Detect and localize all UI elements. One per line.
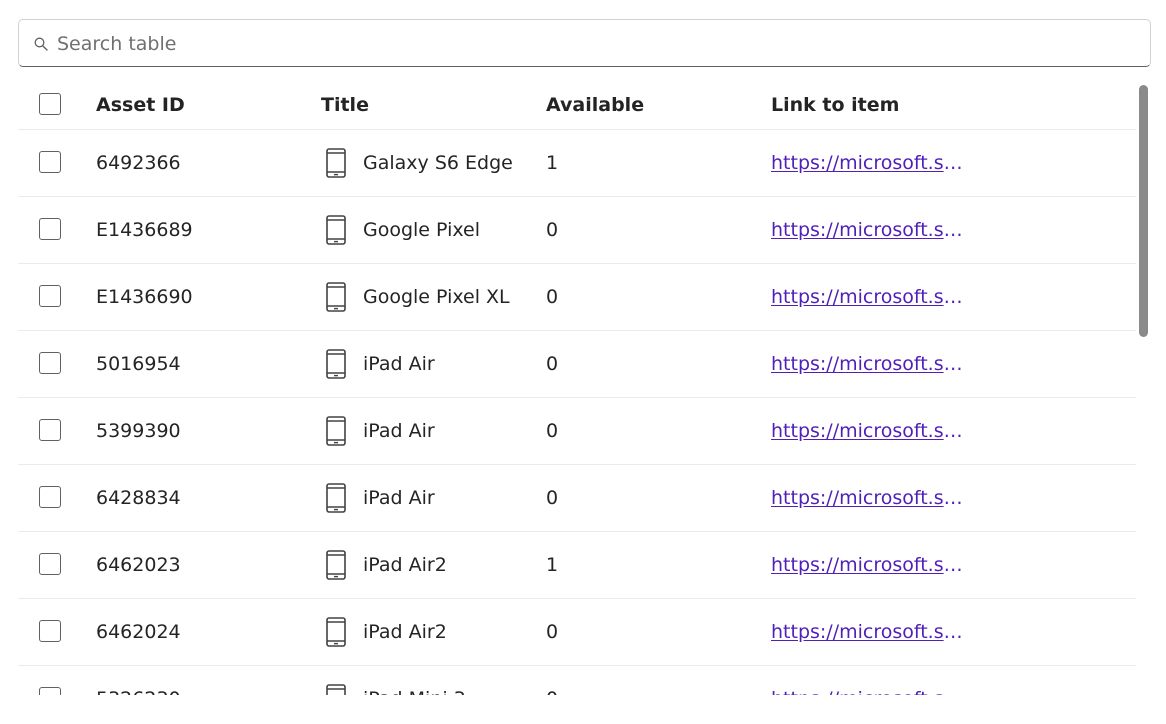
asset-id-cell: 6462023 [96, 554, 181, 576]
available-cell: 1 [546, 554, 559, 576]
table-row[interactable]: 6462024 iPad Air2 0 https://microsoft.sh… [18, 599, 1136, 666]
title-cell: iPad Air [363, 420, 435, 442]
item-link[interactable]: https://microsoft.sh… [771, 621, 967, 643]
available-cell: 0 [546, 621, 559, 643]
link-cell: https://microsoft.sh… [771, 621, 967, 643]
scrollbar-thumb[interactable] [1139, 85, 1148, 337]
available-cell: 0 [546, 353, 559, 375]
table-row[interactable]: 6492366 Galaxy S6 Edge 1 https://microsoft.… [18, 130, 1136, 197]
title-cell: Google Pixel [363, 219, 480, 241]
vertical-scrollbar[interactable] [1136, 80, 1152, 695]
table-row[interactable]: E1436689 Google Pixel 0 https://microsoft.s… [18, 197, 1136, 264]
available-cell: 0 [546, 420, 559, 442]
table-row[interactable]: 6428834 iPad Air 0 https://microsoft.sh… [18, 465, 1136, 532]
item-link[interactable]: https://microsoft.sh… [771, 688, 967, 695]
table-header-row: Asset ID Title Available Link to item [18, 80, 1136, 130]
table-row[interactable]: 5399390 iPad Air 0 https://microsoft.sh… [18, 398, 1136, 465]
link-cell: https://microsoft.sh… [771, 152, 967, 174]
link-cell: https://microsoft.sh… [771, 219, 967, 241]
title-cell: iPad Air [363, 353, 435, 375]
item-link[interactable]: https://microsoft.sh… [771, 152, 967, 174]
available-cell: 0 [546, 286, 559, 308]
tablet-icon [325, 483, 347, 513]
asset-id-cell: 6428834 [96, 487, 181, 509]
tablet-icon [325, 416, 347, 446]
title-cell: iPad Air [363, 487, 435, 509]
search-icon [34, 37, 48, 51]
link-cell: https://microsoft.sh… [771, 286, 967, 308]
link-cell: https://microsoft.sh… [771, 688, 967, 695]
asset-id-cell: 5016954 [96, 353, 181, 375]
tablet-icon [325, 617, 347, 647]
asset-id-cell: 5326230 [96, 688, 181, 695]
asset-id-cell: E1436690 [96, 286, 193, 308]
title-cell: iPad Air2 [363, 621, 447, 643]
available-cell: 0 [546, 688, 558, 695]
tablet-icon [325, 215, 347, 245]
available-cell: 0 [546, 487, 559, 509]
asset-id-cell: E1436689 [96, 219, 193, 241]
search-input[interactable] [57, 30, 1137, 58]
title-cell: iPad Air2 [363, 554, 447, 576]
select-all-checkbox[interactable] [39, 93, 61, 115]
asset-id-cell: 5399390 [96, 420, 181, 442]
title-cell: Google Pixel XL [363, 286, 510, 308]
available-cell: 1 [546, 152, 559, 174]
row-checkbox[interactable] [39, 352, 61, 374]
item-link[interactable]: https://microsoft.sh… [771, 219, 967, 241]
row-checkbox[interactable] [39, 419, 61, 441]
row-checkbox[interactable] [39, 687, 61, 695]
available-cell: 0 [546, 219, 559, 241]
row-checkbox[interactable] [39, 620, 61, 642]
table-row[interactable]: E1436690 Google Pixel XL 0 https://microsof… [18, 264, 1136, 331]
link-cell: https://microsoft.sh… [771, 353, 967, 375]
row-checkbox[interactable] [39, 151, 61, 173]
column-header-available[interactable]: Available [546, 94, 644, 116]
search-box[interactable] [18, 19, 1151, 67]
link-cell: https://microsoft.sh… [771, 487, 967, 509]
asset-id-cell: 6462024 [96, 621, 181, 643]
row-checkbox[interactable] [39, 218, 61, 240]
item-link[interactable]: https://microsoft.sh… [771, 353, 967, 375]
table-row[interactable]: 5016954 iPad Air 0 https://microsoft.sh… [18, 331, 1136, 398]
tablet-icon [325, 282, 347, 312]
link-cell: https://microsoft.sh… [771, 420, 967, 442]
column-header-asset-id[interactable]: Asset ID [96, 94, 185, 116]
row-checkbox[interactable] [39, 486, 61, 508]
item-link[interactable]: https://microsoft.sh… [771, 554, 967, 576]
asset-id-cell: 6492366 [96, 152, 181, 174]
title-cell: iPad Mini 3 [363, 688, 466, 695]
title-cell: Galaxy S6 Edge [363, 152, 513, 174]
asset-table: Asset ID Title Available Link to item 64… [18, 80, 1136, 695]
row-checkbox[interactable] [39, 553, 61, 575]
tablet-icon [325, 684, 347, 695]
column-header-link[interactable]: Link to item [771, 94, 899, 116]
table-row[interactable]: 5326230 iPad Mini 3 0 https://microsoft.sh… [18, 666, 1136, 695]
tablet-icon [325, 550, 347, 580]
item-link[interactable]: https://microsoft.sh… [771, 487, 967, 509]
table-row[interactable]: 6462023 iPad Air2 1 https://microsoft.sh… [18, 532, 1136, 599]
item-link[interactable]: https://microsoft.sh… [771, 286, 967, 308]
row-checkbox[interactable] [39, 285, 61, 307]
tablet-icon [325, 148, 347, 178]
column-header-title[interactable]: Title [321, 94, 369, 116]
item-link[interactable]: https://microsoft.sh… [771, 420, 967, 442]
tablet-icon [325, 349, 347, 379]
link-cell: https://microsoft.sh… [771, 554, 967, 576]
